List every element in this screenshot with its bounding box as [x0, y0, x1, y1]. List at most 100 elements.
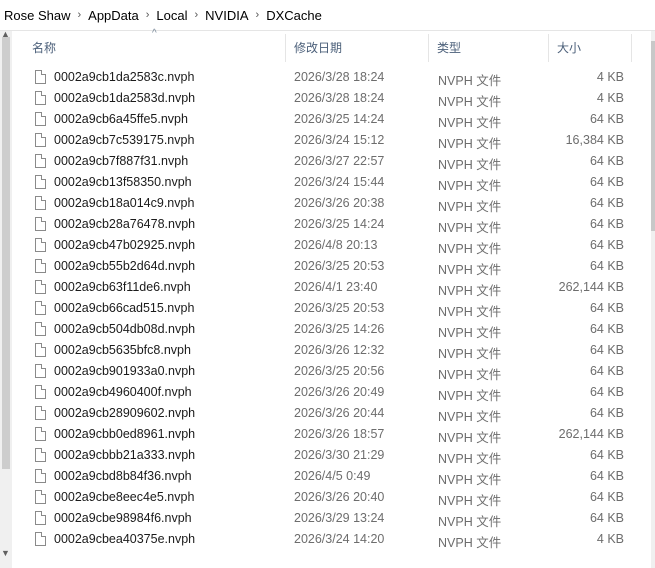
- file-icon: [35, 343, 46, 357]
- file-type: NVPH 文件: [438, 116, 502, 130]
- table-row[interactable]: 0002a9cb504db08d.nvph 2026/3/25 14:26 NVPH…: [24, 319, 644, 340]
- file-date: 2026/4/8 20:13: [294, 238, 378, 252]
- file-name[interactable]: 0002a9cbd8b84f36.nvph: [54, 469, 192, 483]
- file-icon: [35, 112, 46, 126]
- table-row[interactable]: 0002a9cb1da2583c.nvph 2026/3/28 18:24 NVPH…: [24, 67, 644, 88]
- table-row[interactable]: 0002a9cbd8b84f36.nvph 2026/4/5 0:49 NVPH 文…: [24, 466, 644, 487]
- table-row[interactable]: 0002a9cb47b02925.nvph 2026/4/8 20:13 NVPH …: [24, 235, 644, 256]
- file-date: 2026/3/26 12:32: [294, 343, 385, 357]
- table-row[interactable]: 0002a9cb6a45ffe5.nvph 2026/3/25 14:24 NVPH…: [24, 109, 644, 130]
- file-date: 2026/3/27 22:57: [294, 154, 385, 168]
- chevron-right-icon[interactable]: ›: [74, 9, 84, 21]
- column-header-date[interactable]: 修改日期: [286, 34, 429, 62]
- file-size: 64 KB: [589, 511, 624, 525]
- table-row[interactable]: 0002a9cbe8eec4e5.nvph 2026/3/26 20:40 NVPH…: [24, 487, 644, 508]
- file-type: NVPH 文件: [438, 452, 502, 466]
- file-name[interactable]: 0002a9cbe98984f6.nvph: [54, 511, 192, 525]
- file-date: 2026/3/24 15:44: [294, 175, 385, 189]
- file-name[interactable]: 0002a9cb13f58350.nvph: [54, 175, 192, 189]
- file-name[interactable]: 0002a9cb7c539175.nvph: [54, 133, 194, 147]
- file-icon: [35, 70, 46, 84]
- table-row[interactable]: 0002a9cb7f887f31.nvph 2026/3/27 22:57 NVPH…: [24, 151, 644, 172]
- file-date: 2026/3/26 20:38: [294, 196, 385, 210]
- breadcrumb-item-nvidia[interactable]: NVIDIA: [201, 8, 252, 23]
- file-name[interactable]: 0002a9cbe8eec4e5.nvph: [54, 490, 194, 504]
- breadcrumb-item-appdata[interactable]: AppData: [84, 8, 143, 23]
- breadcrumb-item-dxcache[interactable]: DXCache: [262, 8, 326, 23]
- column-header-name[interactable]: 名称: [24, 34, 286, 62]
- table-row[interactable]: 0002a9cbbb21a333.nvph 2026/3/30 21:29 NVPH…: [24, 445, 644, 466]
- table-row[interactable]: 0002a9cb4960400f.nvph 2026/3/26 20:49 NVPH…: [24, 382, 644, 403]
- file-size: 262,144 KB: [558, 280, 624, 294]
- navigation-pane-scrollbar[interactable]: ▲ ▼: [0, 29, 12, 568]
- file-icon: [35, 301, 46, 315]
- file-name[interactable]: 0002a9cb901933a0.nvph: [54, 364, 195, 378]
- file-icon: [35, 217, 46, 231]
- file-name[interactable]: 0002a9cbb0ed8961.nvph: [54, 427, 195, 441]
- file-name[interactable]: 0002a9cb47b02925.nvph: [54, 238, 195, 252]
- file-size: 64 KB: [589, 343, 624, 357]
- file-name[interactable]: 0002a9cb1da2583c.nvph: [54, 70, 194, 84]
- file-date: 2026/3/26 20:49: [294, 385, 385, 399]
- file-name[interactable]: 0002a9cb1da2583d.nvph: [54, 91, 195, 105]
- file-size: 64 KB: [589, 448, 624, 462]
- file-name[interactable]: 0002a9cb28909602.nvph: [54, 406, 195, 420]
- file-type: NVPH 文件: [438, 158, 502, 172]
- file-date: 2026/3/25 20:53: [294, 301, 385, 315]
- file-type: NVPH 文件: [438, 473, 502, 487]
- file-type: NVPH 文件: [438, 389, 502, 403]
- table-row[interactable]: 0002a9cb18a014c9.nvph 2026/3/26 20:38 NVPH…: [24, 193, 644, 214]
- chevron-right-icon[interactable]: ›: [253, 9, 263, 21]
- file-name[interactable]: 0002a9cb55b2d64d.nvph: [54, 259, 195, 273]
- breadcrumb-item-user[interactable]: Rose Shaw: [0, 8, 74, 23]
- file-name[interactable]: 0002a9cb7f887f31.nvph: [54, 154, 188, 168]
- table-row[interactable]: 0002a9cb63f11de6.nvph 2026/4/1 23:40 NVPH …: [24, 277, 644, 298]
- file-icon: [35, 532, 46, 546]
- table-row[interactable]: 0002a9cb5635bfc8.nvph 2026/3/26 12:32 NVPH…: [24, 340, 644, 361]
- file-type: NVPH 文件: [438, 74, 502, 88]
- table-row[interactable]: 0002a9cbea40375e.nvph 2026/3/24 14:20 NVPH…: [24, 529, 644, 550]
- file-name[interactable]: 0002a9cbea40375e.nvph: [54, 532, 195, 546]
- scroll-down-icon[interactable]: ▼: [1, 548, 10, 558]
- file-size: 64 KB: [589, 406, 624, 420]
- file-type: NVPH 文件: [438, 284, 502, 298]
- table-row[interactable]: 0002a9cb28a76478.nvph 2026/3/25 14:24 NVPH…: [24, 214, 644, 235]
- scrollbar-thumb[interactable]: [2, 37, 10, 469]
- file-list-scrollbar[interactable]: [651, 31, 655, 568]
- file-name[interactable]: 0002a9cb66cad515.nvph: [54, 301, 194, 315]
- table-row[interactable]: 0002a9cbb0ed8961.nvph 2026/3/26 18:57 NVPH…: [24, 424, 644, 445]
- table-row[interactable]: 0002a9cb28909602.nvph 2026/3/26 20:44 NVPH…: [24, 403, 644, 424]
- column-header-size[interactable]: 大小: [549, 34, 632, 62]
- file-date: 2026/4/1 23:40: [294, 280, 378, 294]
- table-row[interactable]: 0002a9cb1da2583d.nvph 2026/3/28 18:24 NVPH…: [24, 88, 644, 109]
- file-type: NVPH 文件: [438, 431, 502, 445]
- table-row[interactable]: 0002a9cb55b2d64d.nvph 2026/3/25 20:53 NVPH…: [24, 256, 644, 277]
- table-row[interactable]: 0002a9cb13f58350.nvph 2026/3/24 15:44 NVPH…: [24, 172, 644, 193]
- chevron-right-icon[interactable]: ›: [192, 9, 202, 21]
- file-size: 64 KB: [589, 175, 624, 189]
- file-icon: [35, 259, 46, 273]
- file-name[interactable]: 0002a9cb5635bfc8.nvph: [54, 343, 191, 357]
- table-row[interactable]: 0002a9cb7c539175.nvph 2026/3/24 15:12 NVPH…: [24, 130, 644, 151]
- file-size: 16,384 KB: [565, 133, 624, 147]
- file-name[interactable]: 0002a9cb63f11de6.nvph: [54, 280, 191, 294]
- file-icon: [35, 322, 46, 336]
- file-size: 64 KB: [589, 322, 624, 336]
- file-name[interactable]: 0002a9cb28a76478.nvph: [54, 217, 195, 231]
- file-name[interactable]: 0002a9cb4960400f.nvph: [54, 385, 192, 399]
- file-name[interactable]: 0002a9cb504db08d.nvph: [54, 322, 195, 336]
- column-header-type[interactable]: 类型: [429, 34, 549, 62]
- file-size: 64 KB: [589, 490, 624, 504]
- file-date: 2026/3/28 18:24: [294, 91, 385, 105]
- file-name[interactable]: 0002a9cbbb21a333.nvph: [54, 448, 195, 462]
- scrollbar-thumb[interactable]: [651, 41, 655, 231]
- table-row[interactable]: 0002a9cb66cad515.nvph 2026/3/25 20:53 NVPH…: [24, 298, 644, 319]
- file-date: 2026/3/28 18:24: [294, 70, 385, 84]
- table-row[interactable]: 0002a9cb901933a0.nvph 2026/3/25 20:56 NVPH…: [24, 361, 644, 382]
- file-name[interactable]: 0002a9cb18a014c9.nvph: [54, 196, 194, 210]
- breadcrumb-item-local[interactable]: Local: [152, 8, 191, 23]
- file-size: 64 KB: [589, 112, 624, 126]
- table-row[interactable]: 0002a9cbe98984f6.nvph 2026/3/29 13:24 NVPH…: [24, 508, 644, 529]
- file-name[interactable]: 0002a9cb6a45ffe5.nvph: [54, 112, 188, 126]
- chevron-right-icon[interactable]: ›: [143, 9, 153, 21]
